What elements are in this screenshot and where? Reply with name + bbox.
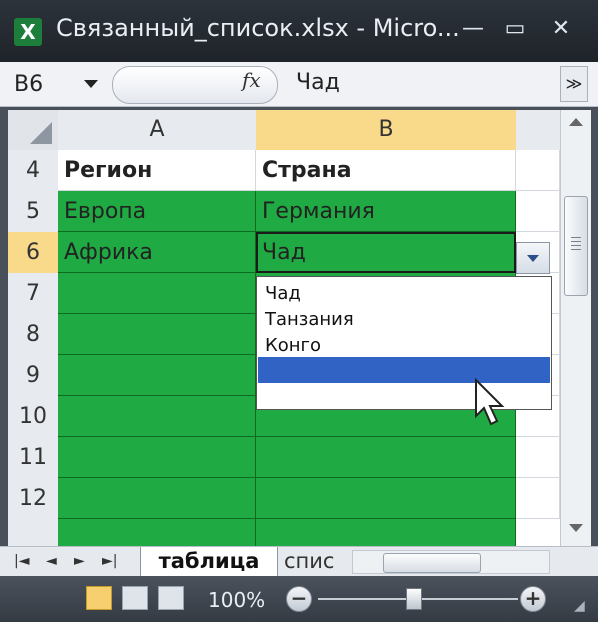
mouse-pointer-icon (475, 378, 505, 426)
minimize-button[interactable]: — (456, 10, 490, 48)
horizontal-scroll-thumb[interactable] (383, 553, 481, 573)
page-layout-view-button[interactable] (122, 586, 148, 610)
cell-c5[interactable] (516, 191, 560, 232)
row-header[interactable]: 9 (8, 355, 59, 397)
zoom-slider-thumb[interactable] (406, 588, 422, 610)
sheet-tab-bar: |◄ ◄ ► ►| таблица спис (0, 546, 598, 578)
cell-c4[interactable] (516, 150, 560, 191)
name-box-dropdown-icon[interactable] (84, 80, 98, 88)
row-header[interactable]: 4 (8, 150, 59, 192)
cell-a12[interactable] (58, 478, 256, 519)
formula-input[interactable]: Чад (296, 70, 340, 95)
excel-icon[interactable]: X (14, 18, 42, 46)
select-all-button[interactable] (8, 110, 59, 151)
chevron-down-icon (527, 255, 539, 262)
dropdown-item[interactable]: Чад (257, 281, 547, 307)
cell-a5[interactable]: Европа (58, 191, 256, 232)
column-header-b[interactable]: B (256, 110, 517, 152)
cell-b5[interactable]: Германия (256, 191, 516, 232)
horizontal-scrollbar[interactable] (352, 550, 550, 574)
row-header[interactable]: 10 (8, 396, 59, 438)
zoom-in-button[interactable]: + (520, 586, 546, 612)
sheet-tab[interactable]: спис (284, 547, 336, 577)
resize-grip-icon[interactable]: ◢ (574, 598, 585, 614)
zoom-out-button[interactable]: − (286, 586, 312, 612)
row-header[interactable]: 12 (8, 478, 59, 520)
cell-c11[interactable] (516, 437, 560, 478)
restore-button[interactable]: ▭ (498, 10, 532, 48)
column-header-c[interactable] (516, 110, 560, 151)
cell-a9[interactable] (58, 355, 256, 396)
cell-a6[interactable]: Африка (58, 232, 256, 273)
grip-line (571, 249, 581, 250)
grip-line (571, 241, 581, 242)
cell-b11[interactable] (256, 437, 516, 478)
cell-a8[interactable] (58, 314, 256, 355)
first-sheet-button[interactable]: |◄ (14, 553, 29, 569)
window-title: Связанный_список.xlsx - Micro... (56, 14, 460, 42)
status-bar: 100% − + (0, 576, 598, 622)
cell-b12[interactable] (256, 478, 516, 519)
last-sheet-button[interactable]: ►| (102, 553, 117, 569)
row-header[interactable]: 8 (8, 314, 59, 356)
grip-line (571, 245, 581, 246)
grip-line (571, 237, 581, 238)
row-header[interactable]: 7 (8, 273, 59, 315)
select-all-icon (30, 122, 52, 144)
scroll-down-icon[interactable] (569, 524, 583, 532)
sheet-tab-active[interactable]: таблица (140, 547, 278, 578)
page-break-view-button[interactable] (158, 586, 184, 610)
zoom-level[interactable]: 100% (208, 588, 265, 612)
close-button[interactable]: ✕ (544, 10, 578, 48)
row-header[interactable]: 11 (8, 437, 59, 479)
vertical-scrollbar[interactable] (560, 110, 591, 546)
vertical-scroll-thumb[interactable] (564, 196, 588, 296)
row-header[interactable]: 5 (8, 191, 59, 233)
cell-a7[interactable] (58, 273, 256, 314)
cell-a13[interactable] (58, 519, 256, 546)
prev-sheet-button[interactable]: ◄ (46, 553, 57, 569)
cell-a10[interactable] (58, 396, 256, 437)
insert-function-button[interactable]: fx (242, 68, 261, 92)
title-bar: X Связанный_список.xlsx - Micro... — ▭ ✕ (0, 0, 598, 62)
row-header[interactable] (8, 519, 59, 546)
scroll-up-icon[interactable] (569, 118, 583, 126)
dropdown-item[interactable]: Танзания (257, 307, 547, 333)
expand-formula-bar-button[interactable]: ≫ (560, 66, 588, 102)
cell-c12[interactable] (516, 478, 560, 519)
next-sheet-button[interactable]: ► (74, 553, 85, 569)
cell-b6-active[interactable]: Чад (256, 232, 516, 273)
validation-dropdown-button[interactable] (516, 242, 550, 274)
cell-a4[interactable]: Регион (58, 150, 256, 191)
cell-b13[interactable] (256, 519, 516, 546)
column-header-a[interactable]: A (58, 110, 257, 151)
cell-b4[interactable]: Страна (256, 150, 516, 191)
excel-window: X Связанный_список.xlsx - Micro... — ▭ ✕… (0, 0, 598, 622)
cell-a11[interactable] (58, 437, 256, 478)
row-header[interactable]: 6 (8, 232, 60, 274)
normal-view-button[interactable] (86, 586, 112, 610)
dropdown-item[interactable]: Конго (257, 333, 547, 359)
